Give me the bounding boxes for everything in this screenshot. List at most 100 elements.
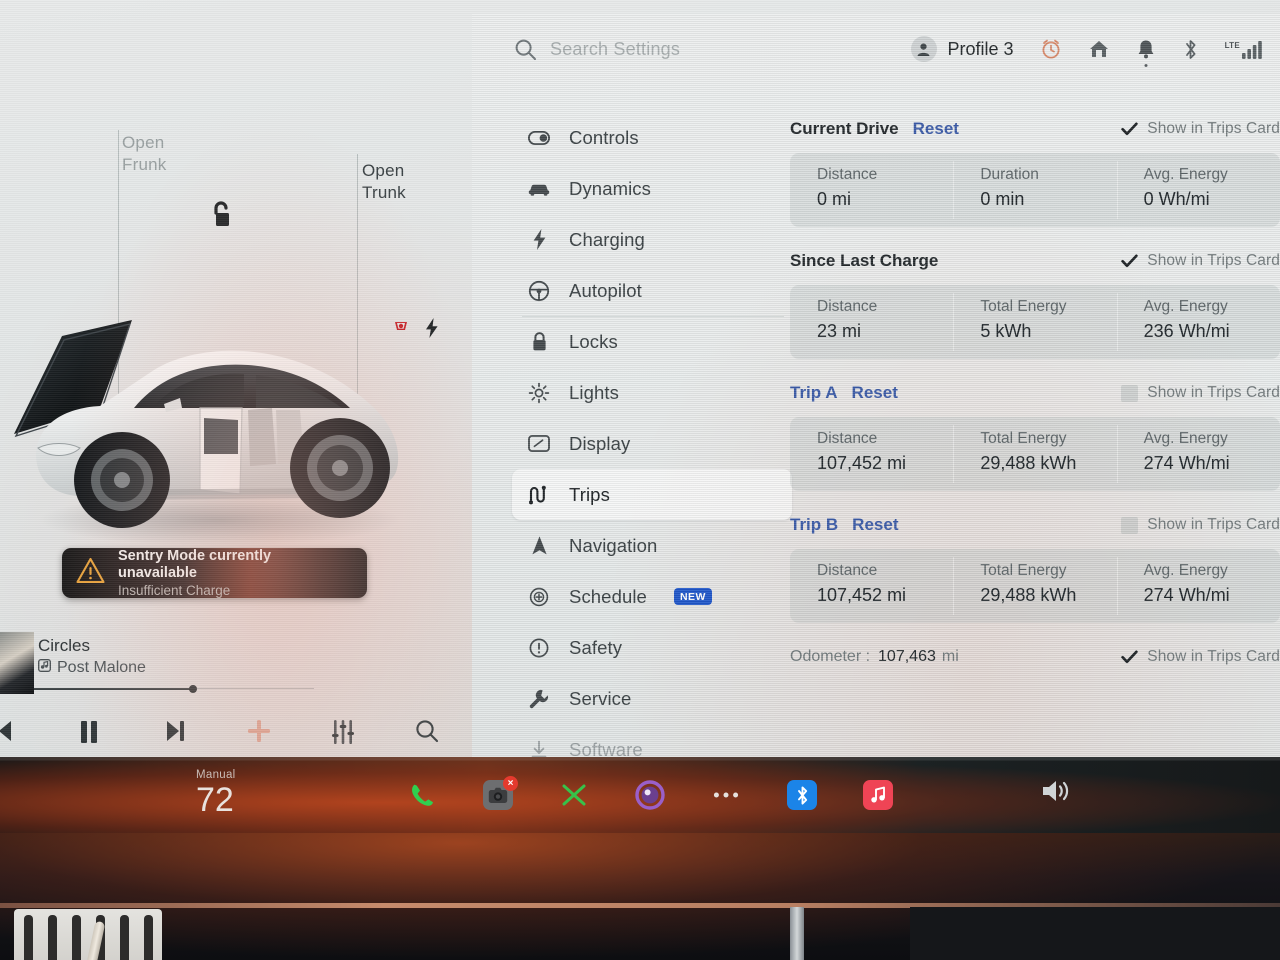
bell-icon[interactable] — [1136, 38, 1156, 67]
stat-value: 274 Wh/mi — [1143, 585, 1230, 605]
sidebar-item-trips[interactable]: Trips — [512, 469, 792, 520]
stat-value: 29,488 kWh — [980, 585, 1077, 605]
vehicle-illustration[interactable] — [4, 258, 424, 558]
safety-alert-icon — [528, 637, 550, 659]
media-progress-slider[interactable] — [34, 685, 314, 693]
shuffle-button[interactable] — [556, 777, 592, 813]
show-in-trips-card-toggle[interactable]: Show in Trips Card — [1121, 120, 1280, 138]
stat-column: Avg. Energy 274 Wh/mi — [1116, 549, 1280, 623]
sidebar-item-lights[interactable]: Lights — [512, 367, 792, 418]
section-header-current-drive: Current Drive Current Drive Reset Show i… — [790, 112, 1280, 146]
sidebar-item-dynamics[interactable]: Dynamics — [512, 163, 792, 214]
show-in-trips-card-toggle[interactable]: Show in Trips Card — [1121, 516, 1280, 534]
sidebar-item-charging[interactable]: Charging — [512, 214, 792, 265]
phone-button[interactable] — [404, 777, 440, 813]
reset-button[interactable]: Reset — [913, 119, 959, 139]
warning-triangle-icon — [76, 557, 105, 589]
media-player: Circles Post Malone — [0, 624, 472, 757]
now-playing-info: Circles Post Malone — [37, 634, 146, 679]
progress-knob[interactable] — [189, 685, 197, 693]
sidebar-item-navigation[interactable]: Navigation — [512, 520, 792, 571]
checkbox-label: Show in Trips Card — [1147, 384, 1280, 401]
checkbox-label: Show in Trips Card — [1147, 120, 1280, 137]
search-icon — [514, 38, 537, 66]
music-app-button[interactable] — [860, 777, 896, 813]
charging-bolt-icon[interactable] — [424, 318, 440, 343]
below-screen-area — [0, 833, 1280, 960]
charge-port-indicator-icon[interactable] — [392, 318, 410, 341]
camera-button[interactable]: × — [480, 776, 518, 813]
camera-disabled-badge: × — [503, 776, 518, 791]
profile-button[interactable]: Profile 3 — [910, 36, 1014, 62]
next-track-button[interactable] — [162, 718, 188, 749]
more-options-button[interactable] — [708, 777, 744, 813]
bluetooth-icon[interactable] — [1182, 38, 1199, 61]
sidebar-item-locks[interactable]: Locks — [512, 316, 792, 367]
open-trunk-label-line2: Trunk — [362, 183, 406, 202]
search-input[interactable]: Search Settings — [550, 39, 680, 60]
section-title: Since Last Charge — [790, 251, 939, 270]
tesla-touchscreen: Open Frunk Open Trunk Sentry Mode curren… — [0, 0, 1280, 760]
stat-column: Distance 107,452 mi — [790, 549, 953, 623]
stat-label: Total Energy — [980, 430, 1067, 447]
stat-label: Duration — [980, 166, 1039, 183]
show-in-trips-card-toggle[interactable]: Show in Trips Card — [1121, 252, 1280, 270]
sidebar-item-controls[interactable]: Controls — [512, 112, 792, 163]
sidebar-item-label: Safety — [569, 636, 623, 658]
pause-button[interactable] — [76, 718, 102, 751]
dock-icons: × — [404, 757, 896, 833]
open-trunk-button[interactable]: Open Trunk — [362, 160, 406, 204]
sidebar-item-service[interactable]: Service — [512, 673, 792, 724]
volume-button[interactable] — [1040, 777, 1074, 810]
track-title: Circles — [38, 636, 90, 655]
media-controls — [0, 718, 472, 762]
open-trunk-label-line1: Open — [362, 161, 405, 180]
previous-track-button[interactable] — [0, 718, 18, 749]
schedule-clock-icon — [528, 586, 550, 608]
sidebar-item-label: Charging — [569, 228, 645, 250]
open-frunk-button[interactable]: Open Frunk — [122, 132, 166, 176]
media-search-button[interactable] — [414, 718, 440, 749]
checkbox-checked-icon — [1121, 121, 1138, 138]
screenshot-stage: Open Frunk Open Trunk Sentry Mode curren… — [0, 0, 1280, 960]
reset-trip-b-button[interactable]: Reset — [852, 515, 898, 535]
trips-route-icon — [528, 485, 550, 505]
sidebar-item-safety[interactable]: Safety — [512, 622, 792, 673]
sentry-mode-alert-toast[interactable]: Sentry Mode currently unavailable Insuff… — [62, 548, 367, 598]
sidebar-item-display[interactable]: Display — [512, 418, 792, 469]
reset-trip-a-button[interactable]: Reset — [852, 383, 898, 403]
settings-panel: Search Settings Profile 3 LTE Controls D… — [472, 14, 1280, 760]
unlocked-padlock-icon[interactable] — [208, 200, 234, 235]
display-screen-icon — [528, 435, 550, 452]
stat-label: Avg. Energy — [1143, 430, 1228, 447]
bluetooth-app-button[interactable] — [784, 777, 820, 813]
voice-button[interactable] — [632, 777, 668, 813]
trip-b-button[interactable]: Trip B — [790, 515, 838, 535]
album-art[interactable] — [0, 632, 34, 694]
sidebar-item-schedule[interactable]: Schedule NEW — [512, 571, 792, 622]
add-to-library-button[interactable] — [246, 718, 272, 749]
alarm-clock-icon[interactable] — [1040, 38, 1062, 60]
stat-column: Avg. Energy 274 Wh/mi — [1116, 417, 1280, 491]
stat-value: 236 Wh/mi — [1143, 321, 1230, 341]
profile-name: Profile 3 — [947, 38, 1014, 59]
trip-a-button[interactable]: Trip A — [790, 383, 838, 403]
stat-value: 274 Wh/mi — [1143, 453, 1230, 473]
show-in-trips-card-toggle[interactable]: Show in Trips Card — [1121, 648, 1280, 666]
music-source-icon — [37, 657, 52, 679]
stat-label: Distance — [817, 562, 878, 579]
progress-fill — [34, 688, 194, 690]
show-in-trips-card-toggle[interactable]: Show in Trips Card — [1121, 384, 1280, 402]
sidebar-item-label: Autopilot — [569, 279, 642, 301]
sidebar-item-label: Display — [569, 432, 631, 454]
stat-value: 0 mi — [817, 189, 852, 209]
sidebar-item-autopilot[interactable]: Autopilot — [512, 265, 792, 316]
home-icon[interactable] — [1088, 38, 1110, 60]
track-artist: Post Malone — [57, 659, 146, 676]
notification-dot — [1144, 64, 1148, 67]
climate-control-button[interactable]: Manual 72 — [196, 769, 236, 819]
stat-value: 107,452 mi — [817, 585, 907, 605]
equalizer-button[interactable] — [331, 718, 355, 751]
open-frunk-label-line1: Open — [122, 133, 165, 152]
dark-console-panel — [910, 907, 1280, 960]
